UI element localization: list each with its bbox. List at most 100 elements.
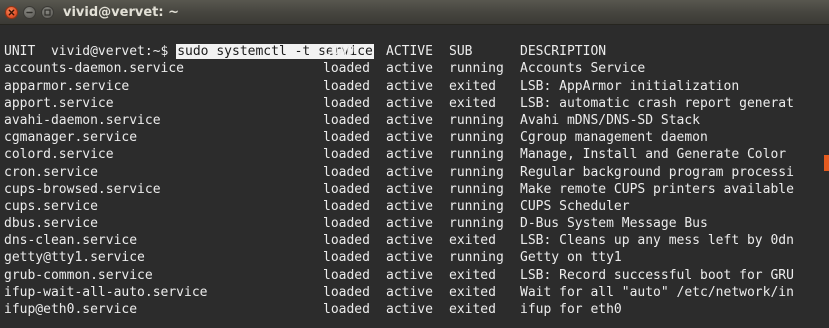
minimize-button[interactable] — [23, 6, 36, 19]
table-row: apport.service loaded active exited LSB: aut… — [4, 95, 829, 112]
cell-load: loaded — [323, 95, 370, 111]
cell-active: active — [386, 164, 433, 180]
cell-load: loaded — [323, 216, 370, 232]
cell-load: loaded — [323, 250, 370, 266]
cell-description: Regular background program processi — [520, 164, 794, 180]
cell-description: Accounts Service — [520, 61, 646, 77]
cell-load: loaded — [323, 78, 370, 94]
cell-unit: avahi-daemon.service — [4, 112, 161, 128]
cell-unit: cron.service — [4, 164, 98, 180]
cell-load: loaded — [323, 147, 370, 163]
cell-active: active — [386, 216, 433, 232]
cell-unit: apparmor.service — [4, 78, 130, 94]
cell-active: active — [386, 95, 433, 111]
prompt-line: vivid@vervet:~$ sudo systemctl -t servic… — [4, 26, 829, 60]
cell-description: Avahi mDNS/DNS-SD Stack — [520, 112, 701, 128]
cell-unit: cups.service — [4, 198, 98, 214]
cell-active: active — [386, 78, 433, 94]
cell-load: loaded — [323, 112, 370, 128]
table-row: ifup-wait-all-auto.service loaded active ex… — [4, 284, 829, 301]
close-button[interactable] — [5, 6, 18, 19]
cell-sub: running — [449, 61, 504, 77]
header-description: DESCRIPTION — [520, 44, 607, 60]
maximize-icon — [44, 9, 51, 16]
table-row: avahi-daemon.service loaded active running A… — [4, 112, 829, 129]
cell-sub: running — [449, 112, 504, 128]
cell-sub: running — [449, 216, 504, 232]
cell-load: loaded — [323, 233, 370, 249]
cell-active: active — [386, 112, 433, 128]
cell-unit: accounts-daemon.service — [4, 61, 185, 77]
cell-active: active — [386, 198, 433, 214]
cell-description: CUPS Scheduler — [520, 198, 630, 214]
cell-unit: apport.service — [4, 95, 114, 111]
table-row: ifup@eth0.service loaded active exited ifup … — [4, 301, 829, 318]
cell-sub: exited — [449, 95, 496, 111]
cell-sub: running — [449, 164, 504, 180]
cell-load: loaded — [323, 130, 370, 146]
cell-load: loaded — [323, 61, 370, 77]
cell-sub: exited — [449, 233, 496, 249]
cell-active: active — [386, 284, 433, 300]
cell-active: active — [386, 267, 433, 283]
cell-active: active — [386, 181, 433, 197]
header-unit: UNIT — [4, 44, 36, 60]
cell-description: Getty on tty1 — [520, 250, 622, 266]
cell-sub: running — [449, 250, 504, 266]
cell-unit: dbus.service — [4, 216, 98, 232]
header-sub: SUB — [449, 44, 473, 60]
table-row: cups.service loaded active running CUPS Sche… — [4, 198, 829, 215]
table-row: apparmor.service loaded active exited LSB: A… — [4, 78, 829, 95]
cell-description: Cgroup management daemon — [520, 130, 708, 146]
cell-load: loaded — [323, 302, 370, 317]
table-header-row: UNIT LOAD ACTIVE SUB DESCRIPTION — [4, 43, 829, 60]
cell-description: Wait for all "auto" /etc/network/in — [520, 284, 794, 300]
cell-unit: grub-common.service — [4, 267, 153, 283]
cell-active: active — [386, 130, 433, 146]
cell-unit: colord.service — [4, 147, 114, 163]
cell-load: loaded — [323, 267, 370, 283]
title-bar[interactable]: vivid@vervet: ~ — [0, 0, 829, 25]
cell-load: loaded — [323, 181, 370, 197]
table-row: cron.service loaded active running Regular b… — [4, 164, 829, 181]
cell-description: Manage, Install and Generate Color — [520, 147, 787, 163]
cell-description: LSB: Cleans up any mess left by 0dn — [520, 233, 794, 249]
cell-sub: running — [449, 147, 504, 163]
cell-unit: cgmanager.service — [4, 130, 138, 146]
cell-active: active — [386, 302, 433, 317]
window-title: vivid@vervet: ~ — [63, 5, 179, 20]
cell-unit: ifup-wait-all-auto.service — [4, 284, 208, 300]
cell-active: active — [386, 250, 433, 266]
table-row: getty@tty1.service loaded active running Get… — [4, 249, 829, 266]
cell-load: loaded — [323, 164, 370, 180]
cell-description: ifup for eth0 — [520, 302, 622, 317]
table-row: grub-common.service loaded active exited LSB… — [4, 267, 829, 284]
cell-load: loaded — [323, 198, 370, 214]
cell-sub: exited — [449, 284, 496, 300]
minimize-icon — [26, 11, 33, 14]
cell-unit: getty@tty1.service — [4, 250, 145, 266]
cell-description: D-Bus System Message Bus — [520, 216, 708, 232]
service-list: accounts-daemon.service loaded active runni… — [4, 60, 829, 318]
terminal-output[interactable]: vivid@vervet:~$ sudo systemctl -t servic… — [0, 25, 829, 328]
header-active: ACTIVE — [386, 44, 433, 60]
cell-load: loaded — [323, 284, 370, 300]
cell-unit: dns-clean.service — [4, 233, 138, 249]
cell-description: LSB: automatic crash report generat — [520, 95, 794, 111]
cell-description: LSB: AppArmor initialization — [520, 78, 740, 94]
cell-sub: exited — [449, 78, 496, 94]
table-row: cups-browsed.service loaded active running M… — [4, 181, 829, 198]
cell-sub: running — [449, 130, 504, 146]
maximize-button[interactable] — [41, 6, 54, 19]
table-row: accounts-daemon.service loaded active runni… — [4, 60, 829, 77]
cell-sub: running — [449, 181, 504, 197]
cell-active: active — [386, 61, 433, 77]
close-icon — [8, 9, 15, 16]
cell-active: active — [386, 233, 433, 249]
table-row: dbus.service loaded active running D-Bus Sys… — [4, 215, 829, 232]
cell-unit: ifup@eth0.service — [4, 302, 138, 317]
cell-description: LSB: Record successful boot for GRU — [520, 267, 794, 283]
cell-sub: exited — [449, 267, 496, 283]
cell-sub: exited — [449, 302, 496, 317]
table-row: cgmanager.service loaded active running Cgro… — [4, 129, 829, 146]
